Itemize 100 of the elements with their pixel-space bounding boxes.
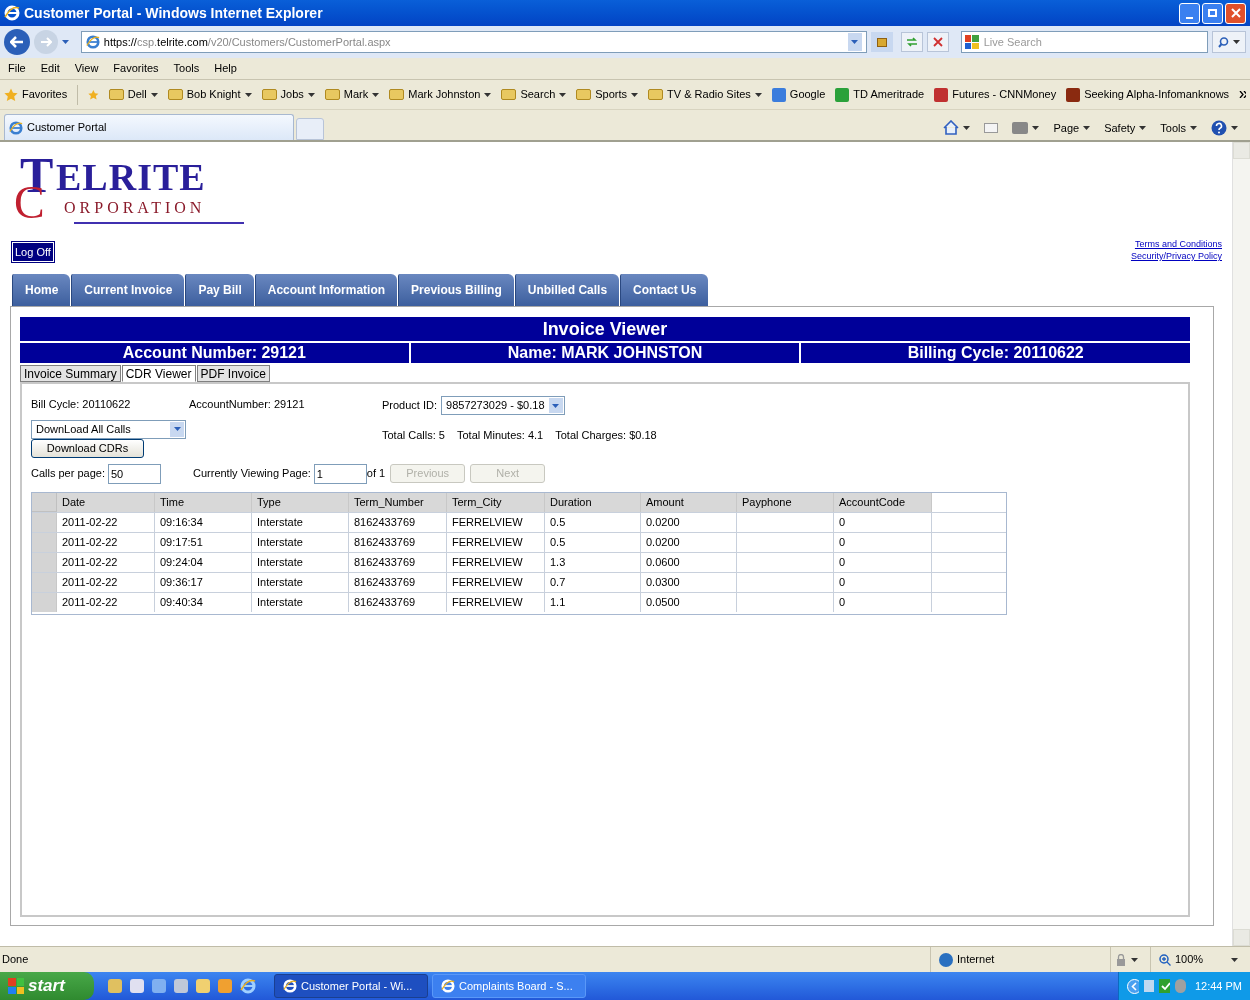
search-button[interactable] — [1212, 31, 1246, 53]
caret-icon — [1083, 125, 1091, 130]
quick-launch-icon[interactable] — [174, 979, 188, 993]
caret-icon — [851, 40, 859, 44]
nav-tab[interactable]: Previous Billing — [398, 274, 514, 306]
menu-item[interactable]: Help — [214, 60, 237, 77]
folder-icon — [324, 89, 340, 100]
banner-title: Invoice Viewer — [20, 317, 1190, 341]
favorites-folder[interactable]: Search — [501, 86, 567, 103]
info-cell: Name: MARK JOHNSTON — [410, 343, 800, 363]
taskbar-button[interactable]: Complaints Board - S... — [432, 974, 586, 998]
favorites-folder[interactable]: Jobs — [261, 86, 315, 103]
folder-icon — [167, 89, 183, 100]
favorites-folder[interactable]: Mark — [324, 86, 380, 103]
nav-tab[interactable]: Unbilled Calls — [514, 274, 620, 306]
nav-tab[interactable]: Account Information — [254, 274, 398, 306]
table-cell: 8162433769 — [349, 552, 447, 572]
menu-item[interactable]: View — [74, 60, 99, 77]
product-select[interactable]: 9857273029 - $0.18 — [441, 396, 565, 415]
stop-button[interactable] — [926, 32, 949, 52]
sub-tab[interactable]: CDR Viewer — [121, 365, 196, 382]
quick-launch-icon[interactable] — [196, 979, 210, 993]
nav-tab[interactable]: Home — [12, 274, 71, 306]
browser-tab[interactable]: Customer Portal — [4, 114, 294, 140]
close-button[interactable] — [1225, 2, 1246, 24]
favorites-folder[interactable]: Sports — [576, 86, 639, 103]
page-number-field[interactable]: 1 — [313, 463, 367, 484]
table-cell: 0.7 — [545, 572, 641, 592]
caret-icon — [1139, 125, 1147, 130]
footer-link[interactable]: Security/Privacy Policy — [1130, 250, 1222, 262]
caret-icon — [1032, 125, 1040, 130]
menu-item[interactable]: Edit — [40, 60, 60, 77]
minimize-button[interactable] — [1179, 2, 1200, 24]
quick-launch-icon[interactable] — [130, 979, 144, 993]
favorites-folder[interactable]: TV & Radio Sites — [648, 86, 762, 103]
home-icon[interactable] — [943, 120, 960, 136]
nav-tab[interactable]: Current Invoice — [71, 274, 185, 306]
caret-icon — [963, 125, 971, 130]
help-icon[interactable] — [1211, 119, 1227, 136]
caret-icon — [1190, 125, 1197, 130]
search-field[interactable]: Live Search — [960, 31, 1209, 53]
table-cell: 0.0600 — [641, 552, 737, 572]
column-header: Time — [155, 492, 252, 512]
quick-launch-icon[interactable] — [152, 979, 166, 993]
caret-icon — [150, 92, 158, 97]
sub-tab[interactable]: Invoice Summary — [20, 365, 121, 382]
favorites-link[interactable]: TD Ameritrade — [835, 86, 925, 103]
table-cell: FERRELVIEW — [447, 532, 545, 552]
sub-tab[interactable]: PDF Invoice — [196, 365, 270, 382]
caret-icon — [754, 92, 762, 97]
menu-item[interactable]: File — [8, 60, 26, 77]
command-menu[interactable]: Page — [1053, 119, 1091, 136]
refresh-button[interactable] — [900, 32, 923, 52]
calls-per-page-field[interactable]: 50 — [108, 463, 161, 484]
table-cell: FERRELVIEW — [447, 592, 545, 612]
menu-item[interactable]: Favorites — [113, 60, 159, 77]
taskbar-button[interactable]: Customer Portal - Wi... — [274, 974, 428, 998]
start-button[interactable]: start — [0, 972, 94, 1000]
windows-logo-icon — [8, 978, 24, 994]
quick-launch-icon[interactable] — [218, 979, 232, 993]
favorites-folder[interactable]: Mark Johnston — [389, 86, 492, 103]
column-header: Date — [57, 492, 155, 512]
table-cell: FERRELVIEW — [447, 572, 545, 592]
favorites-link[interactable]: Seeking Alpha-Infomanknows — [1066, 86, 1230, 103]
favorites-button[interactable]: Favorites — [4, 86, 68, 103]
nav-tab[interactable]: Contact Us — [620, 274, 709, 306]
table-cell: 2011-02-22 — [57, 572, 155, 592]
favorites-folder[interactable]: Bob Knight — [167, 86, 252, 103]
table-cell: Interstate — [252, 572, 349, 592]
quick-launch-icon[interactable] — [108, 979, 122, 993]
favorites-folder[interactable]: Dell — [108, 86, 158, 103]
clock: 12:44 PM — [1194, 978, 1242, 994]
new-tab-button[interactable] — [296, 118, 324, 140]
bill-cycle-label: Bill Cycle: 20110622 — [31, 397, 132, 412]
table-cell: 2011-02-22 — [57, 592, 155, 612]
chevron-icon[interactable] — [1239, 91, 1246, 98]
folder-icon — [108, 89, 124, 100]
favorites-link[interactable]: Futures - CNNMoney — [934, 86, 1057, 103]
address-field[interactable]: https://csp.telrite.com/v20/Customers/CustomerPortal.aspx — [80, 31, 867, 53]
check-icon[interactable] — [1159, 979, 1171, 993]
star-icon — [4, 87, 18, 102]
back-button[interactable] — [4, 29, 30, 55]
table-cell: Interstate — [252, 512, 349, 532]
column-header: Term_City — [447, 492, 545, 512]
footer-link[interactable]: Terms and Conditions — [1134, 238, 1222, 250]
table-cell: 2011-02-22 — [57, 532, 155, 552]
nav-tab[interactable]: Pay Bill — [185, 274, 254, 306]
column-header: Term_Number — [349, 492, 447, 512]
command-menu[interactable]: Safety — [1104, 119, 1147, 136]
favorites-link[interactable]: Google — [771, 86, 826, 103]
table-cell: 0 — [834, 572, 932, 592]
caret-icon — [631, 92, 639, 97]
menu-item[interactable]: Tools — [173, 60, 200, 77]
viewing-page-label: Currently Viewing Page: — [193, 466, 311, 482]
restore-button[interactable] — [1202, 2, 1223, 24]
download-select[interactable]: DownLoad All Calls — [31, 419, 186, 439]
e-logo-icon — [9, 120, 23, 135]
table-cell: 1.1 — [545, 592, 641, 612]
command-menu[interactable]: Tools — [1160, 119, 1197, 136]
log-off-button[interactable]: Log Off — [12, 242, 54, 262]
